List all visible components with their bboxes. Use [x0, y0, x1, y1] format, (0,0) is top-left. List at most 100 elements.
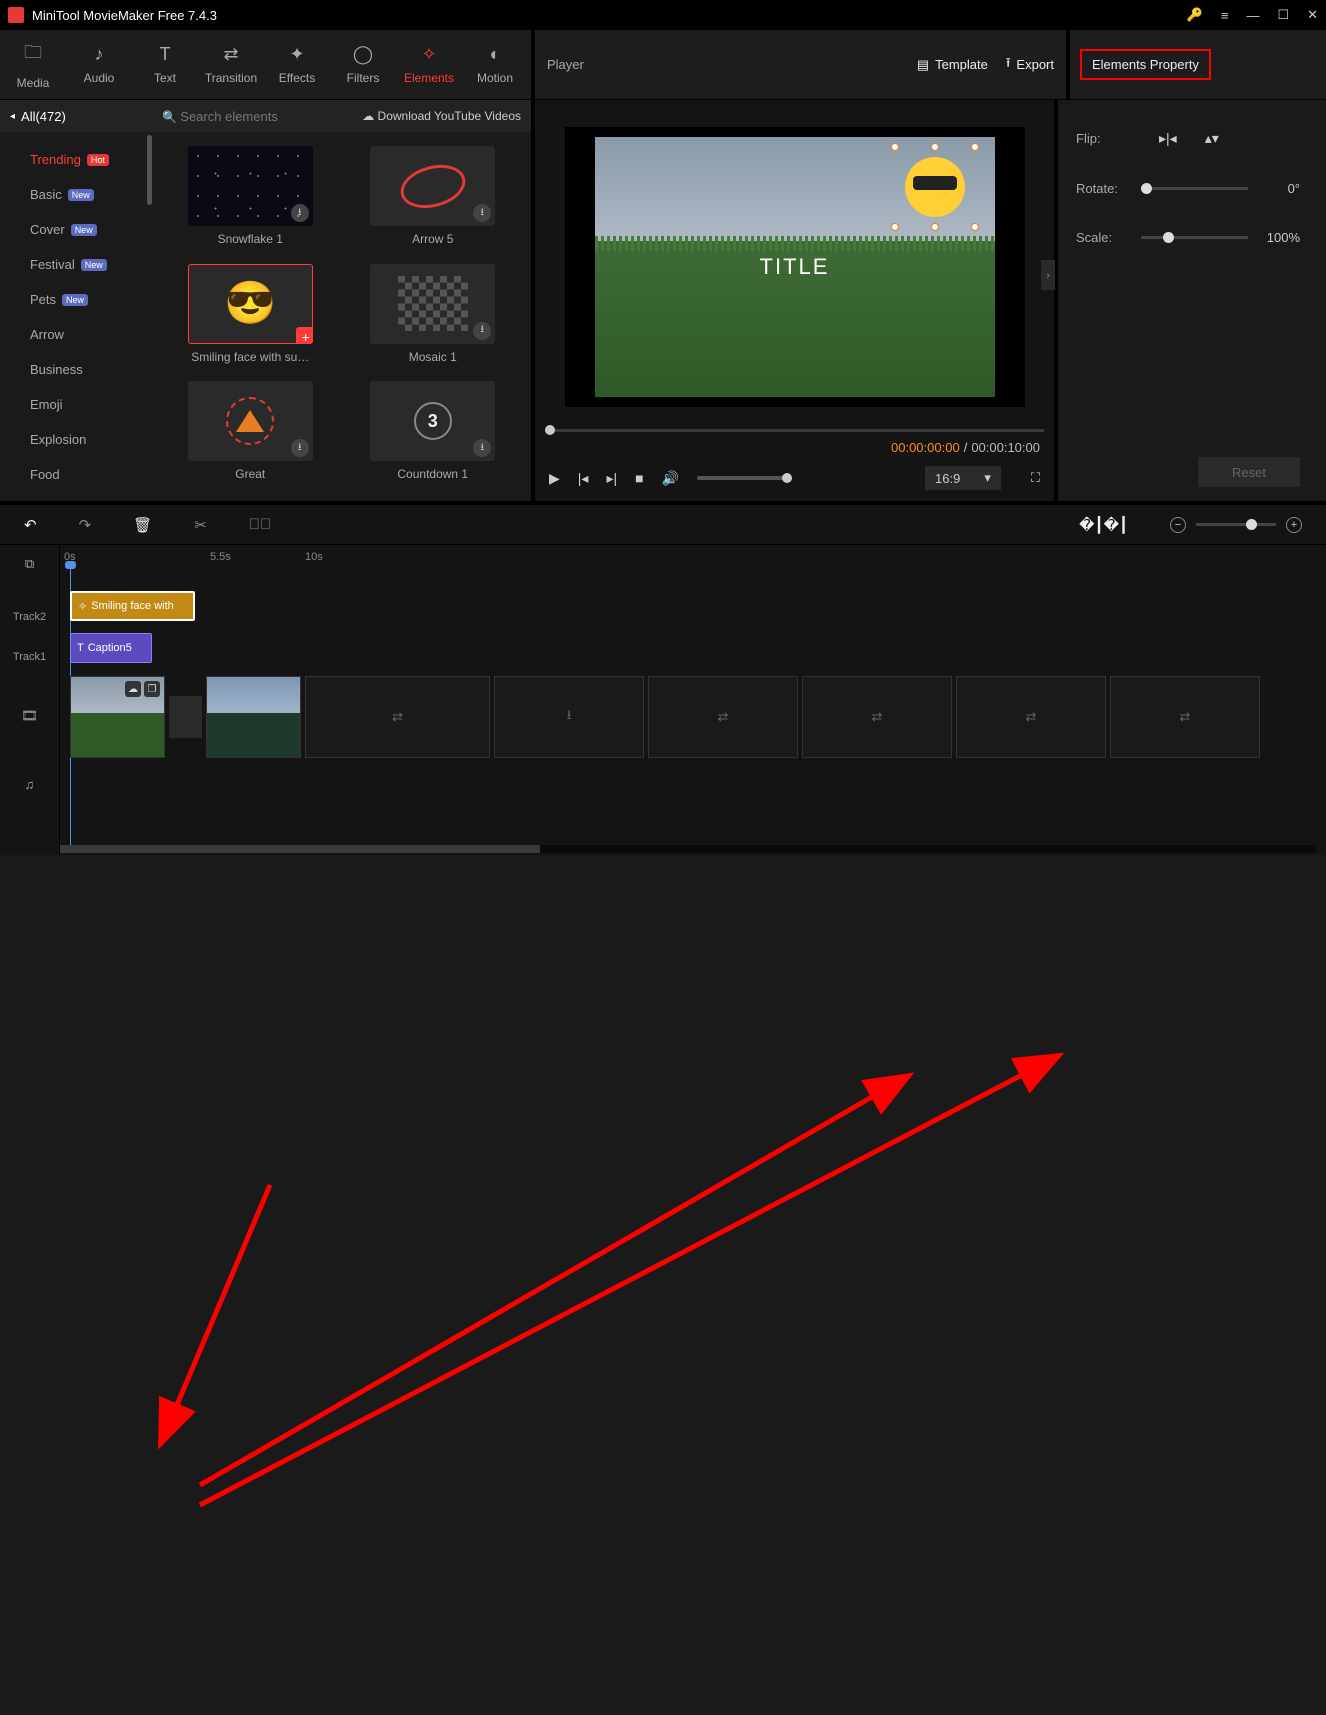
zoom-out-button[interactable]: −	[1170, 517, 1186, 533]
volume-slider[interactable]	[697, 476, 792, 480]
category-explosion[interactable]: Explosion	[30, 422, 152, 457]
next-frame-button[interactable]: ▸|	[606, 470, 617, 487]
track-1[interactable]: TCaption5	[60, 629, 1326, 669]
thumbnail[interactable]: ⭳	[370, 146, 495, 226]
menu-icon[interactable]: ≡	[1221, 8, 1229, 23]
chevron-down-icon: ▾	[984, 470, 991, 486]
play-button[interactable]: ▶	[549, 470, 560, 487]
filters-icon: ◯	[353, 44, 373, 65]
track-2[interactable]: ✧Smiling face with	[60, 587, 1326, 627]
close-button[interactable]: ✕	[1307, 7, 1318, 23]
add-button[interactable]: +	[296, 327, 313, 344]
thumbnail-label: Arrow 5	[412, 232, 453, 246]
category-pets[interactable]: PetsNew	[30, 282, 152, 317]
flip-horizontal-button[interactable]: ▸|◂	[1159, 130, 1177, 147]
download-icon[interactable]: ⭳	[473, 439, 491, 457]
tab-elements[interactable]: ✧Elements	[396, 30, 462, 99]
download-youtube-link[interactable]: Download YouTube Videos	[362, 109, 521, 123]
element-clip[interactable]: ✧Smiling face with	[70, 591, 195, 621]
split-button[interactable]: ✂	[194, 516, 207, 534]
fit-button[interactable]: �┃�┃	[1079, 516, 1128, 534]
undo-button[interactable]: ↶	[24, 516, 37, 534]
preview-canvas[interactable]: TITLE	[565, 127, 1025, 407]
drop-zone-5[interactable]: ⇄	[956, 676, 1106, 758]
tab-text[interactable]: TText	[132, 30, 198, 99]
gallery-item: 😎+Smiling face with su…	[176, 264, 325, 370]
video-track[interactable]: ☁❐ ⇄ ⭳ ⇄ ⇄ ⇄ ⇄	[60, 671, 1326, 763]
top-nav: 🗀Media♪AudioTText⇄Transition✦Effects◯Fil…	[0, 30, 1326, 100]
search-input[interactable]: Search elements	[162, 109, 356, 124]
drop-zone-2[interactable]: ⭳	[494, 676, 644, 758]
tab-audio[interactable]: ♪Audio	[66, 30, 132, 99]
drop-zone-1[interactable]: ⇄	[305, 676, 490, 758]
delete-button[interactable]: 🗑	[133, 516, 152, 534]
current-time: 00:00:00:00	[891, 440, 960, 455]
tab-media[interactable]: 🗀Media	[0, 30, 66, 99]
prev-frame-button[interactable]: |◂	[578, 470, 589, 487]
transition-slot[interactable]	[169, 696, 202, 738]
all-header[interactable]: All(472)	[0, 100, 152, 132]
download-icon[interactable]: ⭳	[291, 204, 309, 222]
expand-panel-button[interactable]: ›	[1041, 260, 1055, 290]
aspect-ratio-select[interactable]: 16:9▾	[925, 466, 1001, 490]
thumbnail-label: Snowflake 1	[218, 232, 283, 246]
thumbnail[interactable]: ⭳	[188, 381, 313, 461]
ruler[interactable]: 0s 5.5s 10s	[60, 545, 1326, 573]
title-overlay: TITLE	[760, 254, 830, 280]
category-basic[interactable]: BasicNew	[30, 177, 152, 212]
reset-button[interactable]: Reset	[1198, 457, 1300, 487]
timeline: ⧉ Track2 Track1 🎞 ♫ 0s 5.5s 10s ✧Smiling…	[0, 545, 1326, 855]
video-clip-1[interactable]: ☁❐	[70, 676, 165, 758]
download-icon[interactable]: ⭳	[291, 439, 309, 457]
crop-button[interactable]: ✂⃞	[249, 516, 272, 533]
drop-zone-3[interactable]: ⇄	[648, 676, 798, 758]
stop-button[interactable]: ■	[635, 470, 643, 486]
tab-filters[interactable]: ◯Filters	[330, 30, 396, 99]
timeline-scrollbar[interactable]	[60, 845, 1316, 853]
audio-icon: ♪	[95, 44, 104, 65]
thumbnail[interactable]: 😎+	[188, 264, 313, 344]
volume-icon[interactable]: 🔊	[662, 470, 679, 487]
transition-icon: ⇄	[223, 44, 238, 65]
add-track-button[interactable]: ⧉	[0, 545, 59, 583]
thumbnail[interactable]: ⭳	[370, 264, 495, 344]
category-festival[interactable]: FestivalNew	[30, 247, 152, 282]
seek-bar[interactable]	[545, 422, 1044, 440]
drop-zone-4[interactable]: ⇄	[802, 676, 952, 758]
flip-vertical-button[interactable]: ▴▾	[1205, 130, 1219, 147]
category-cover[interactable]: CoverNew	[30, 212, 152, 247]
minimize-button[interactable]: —	[1246, 8, 1259, 23]
rotate-slider[interactable]	[1141, 187, 1248, 190]
maximize-button[interactable]: ☐	[1277, 7, 1289, 23]
tab-effects[interactable]: ✦Effects	[264, 30, 330, 99]
download-icon[interactable]: ⭳	[473, 204, 491, 222]
zoom-in-button[interactable]: +	[1286, 517, 1302, 533]
category-business[interactable]: Business	[30, 352, 152, 387]
export-button[interactable]: ⭱Export	[1006, 54, 1054, 76]
video-clip-2[interactable]	[206, 676, 301, 758]
category-emoji[interactable]: Emoji	[30, 387, 152, 422]
redo-button[interactable]: ↷	[79, 516, 92, 534]
thumbnail[interactable]: ⭳	[188, 146, 313, 226]
thumbnail-label: Great	[235, 467, 265, 481]
thumbnail[interactable]: 3⭳	[370, 381, 495, 461]
player-panel: TITLE 00:00:00:00 / 00:00:10:00 ▶ |◂ ▸| …	[535, 100, 1058, 501]
tab-motion[interactable]: ◐Motion	[462, 30, 528, 99]
category-trending[interactable]: TrendingHot	[30, 142, 152, 177]
download-icon[interactable]: ⭳	[473, 322, 491, 340]
category-food[interactable]: Food	[30, 457, 152, 492]
key-icon[interactable]: 🔑	[1187, 7, 1203, 23]
tab-transition[interactable]: ⇄Transition	[198, 30, 264, 99]
scale-slider[interactable]	[1141, 236, 1248, 239]
drop-zone-6[interactable]: ⇄	[1110, 676, 1260, 758]
category-love[interactable]: Love	[30, 492, 152, 501]
caption-clip[interactable]: TCaption5	[70, 633, 152, 663]
fullscreen-button[interactable]: ⛶	[1031, 470, 1040, 486]
zoom-slider[interactable]	[1196, 523, 1276, 526]
category-arrow[interactable]: Arrow	[30, 317, 152, 352]
selected-element[interactable]	[895, 147, 975, 227]
player-header: Player ▤Template ⭱Export	[535, 30, 1070, 99]
time-display: 00:00:00:00 / 00:00:10:00	[535, 440, 1054, 455]
export-icon: ⭱	[1006, 54, 1011, 76]
template-button[interactable]: ▤Template	[917, 57, 988, 73]
